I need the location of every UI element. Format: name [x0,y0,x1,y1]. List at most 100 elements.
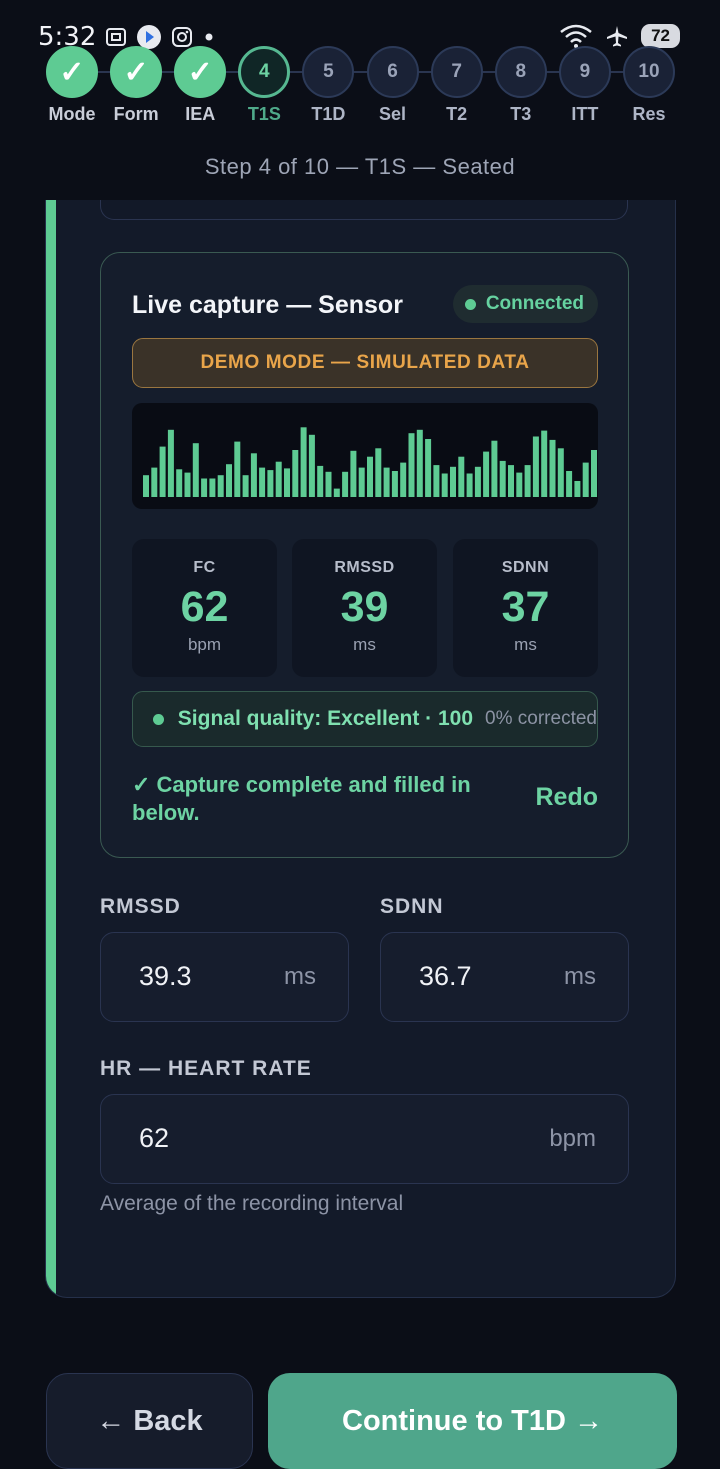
card-accent-bar [46,200,56,1297]
waveform-bar [275,461,282,497]
step-label: T1S [247,104,281,124]
back-button[interactable]: ← Back [46,1373,253,1469]
step-form[interactable]: ✓ Form [101,44,171,125]
metric-unit: ms [353,635,376,654]
step-number: 7 [430,46,483,98]
waveform-bar [582,462,589,497]
metric-unit: bpm [187,635,222,654]
waveform-bar [259,467,266,497]
hr-value[interactable]: 62 [139,1123,169,1154]
metric-label: SDNN [501,559,550,576]
waveform-bar [284,468,290,497]
waveform-bar [184,472,191,497]
check-icon: ✓ [110,46,163,98]
waveform-bar [458,456,465,497]
waveform-bar [325,471,332,497]
step-sel: 6 Sel [358,44,428,125]
rmssd-label: RMSSD [100,895,181,918]
redo-button[interactable]: Redo [536,783,599,812]
waveform-bar [226,464,232,497]
signal-quality-bar: Signal quality: Excellent · 100 0% corre… [132,691,598,747]
waveform-bar [574,481,581,497]
step-label: Mode [48,104,96,124]
waveform-bar [433,465,440,497]
step-number: 10 [623,46,675,98]
step-number: 4 [238,46,291,98]
waveform-bar [541,430,548,497]
quality-dot-icon [153,713,164,725]
waveform-bar [167,429,174,497]
waveform-bar [425,439,432,497]
step-number: 8 [494,46,547,98]
waveform-chart [143,427,597,497]
step-number: 9 [558,46,611,98]
waveform-bar [217,475,224,497]
sdnn-value[interactable]: 36.7 [419,961,472,992]
waveform-bar [242,475,249,497]
waveform-bar [367,456,373,497]
waveform-bar [333,488,340,497]
waveform-bar [441,473,448,497]
waveform-bar [176,469,183,497]
progress-stepper: ✓ Mode ✓ Form ✓ IEA 4 T1S 5 T1D 6 Sel 7 T2 8 T3 9 ITT 10 Re… [0,44,720,134]
waveform-bar [317,465,324,497]
step-caption: Step 4 of 10 — T1S — Seated [204,154,516,179]
waveform-bar [267,470,274,497]
previous-field-edge [100,200,628,220]
waveform-bar [557,448,564,497]
waveform-bar [491,440,498,497]
waveform-bar [342,471,349,497]
waveform-bar [591,450,597,497]
metric-label: RMSSD [334,559,395,576]
waveform-bar [474,466,481,497]
step-t2: 7 T2 [422,44,492,125]
step-mode[interactable]: ✓ Mode [37,44,107,125]
metric-fc: FC 62 bpm [132,539,277,677]
metric-unit: ms [514,635,537,654]
hr-hint: Average of the recording interval [100,1192,404,1215]
waveform-bar [151,467,158,497]
rmssd-value[interactable]: 39.3 [139,961,192,992]
waveform-bar [516,472,523,497]
step-label: IEA [185,104,216,124]
step-label: T1D [311,104,346,124]
waveform-bar [549,439,556,497]
check-icon: ✓ [174,46,227,98]
metric-label: FC [193,559,216,576]
waveform-bar [308,434,315,497]
signal-quality-text: Signal quality: Excellent · 100 [177,707,474,730]
step-t3: 8 T3 [486,44,556,125]
continue-button[interactable]: Continue to T1D → [268,1373,677,1469]
waveform-bar [143,475,149,497]
waveform-bar [201,478,208,497]
waveform-bar [450,466,456,497]
waveform-bar [383,467,390,497]
hr-unit: bpm [549,1125,596,1152]
sdnn-input[interactable]: 36.7 ms [380,932,629,1022]
corrected-percentage: 0% corrected [485,708,597,729]
metric-value: 62 [180,583,229,631]
check-icon: ✓ [46,46,98,98]
step-label: Sel [379,104,407,124]
waveform-bar [350,450,357,497]
sdnn-label: SDNN [380,895,444,918]
step-t1d: 5 T1D [293,44,363,125]
waveform-bar [391,471,398,497]
waveform-bar [358,467,365,497]
step-label: ITT [571,104,599,124]
metric-sdnn: SDNN 37 ms [453,539,598,677]
capture-title: Live capture — Sensor [132,291,403,319]
waveform-bar [400,462,407,497]
step-res: 10 Res [614,44,684,125]
waveform-bar [532,436,539,497]
sdnn-unit: ms [564,963,596,990]
step-itt: 9 ITT [550,44,620,125]
step-label: T3 [510,104,532,124]
connection-status-label: Connected [485,293,584,314]
waveform-bar [566,471,573,497]
waveform-bar [524,465,531,497]
rmssd-input[interactable]: 39.3 ms [100,932,349,1022]
capture-complete-message: ✓ Capture complete and filled in below. [132,772,471,825]
hr-input[interactable]: 62 bpm [100,1094,629,1184]
step-iea[interactable]: ✓ IEA [165,44,235,125]
